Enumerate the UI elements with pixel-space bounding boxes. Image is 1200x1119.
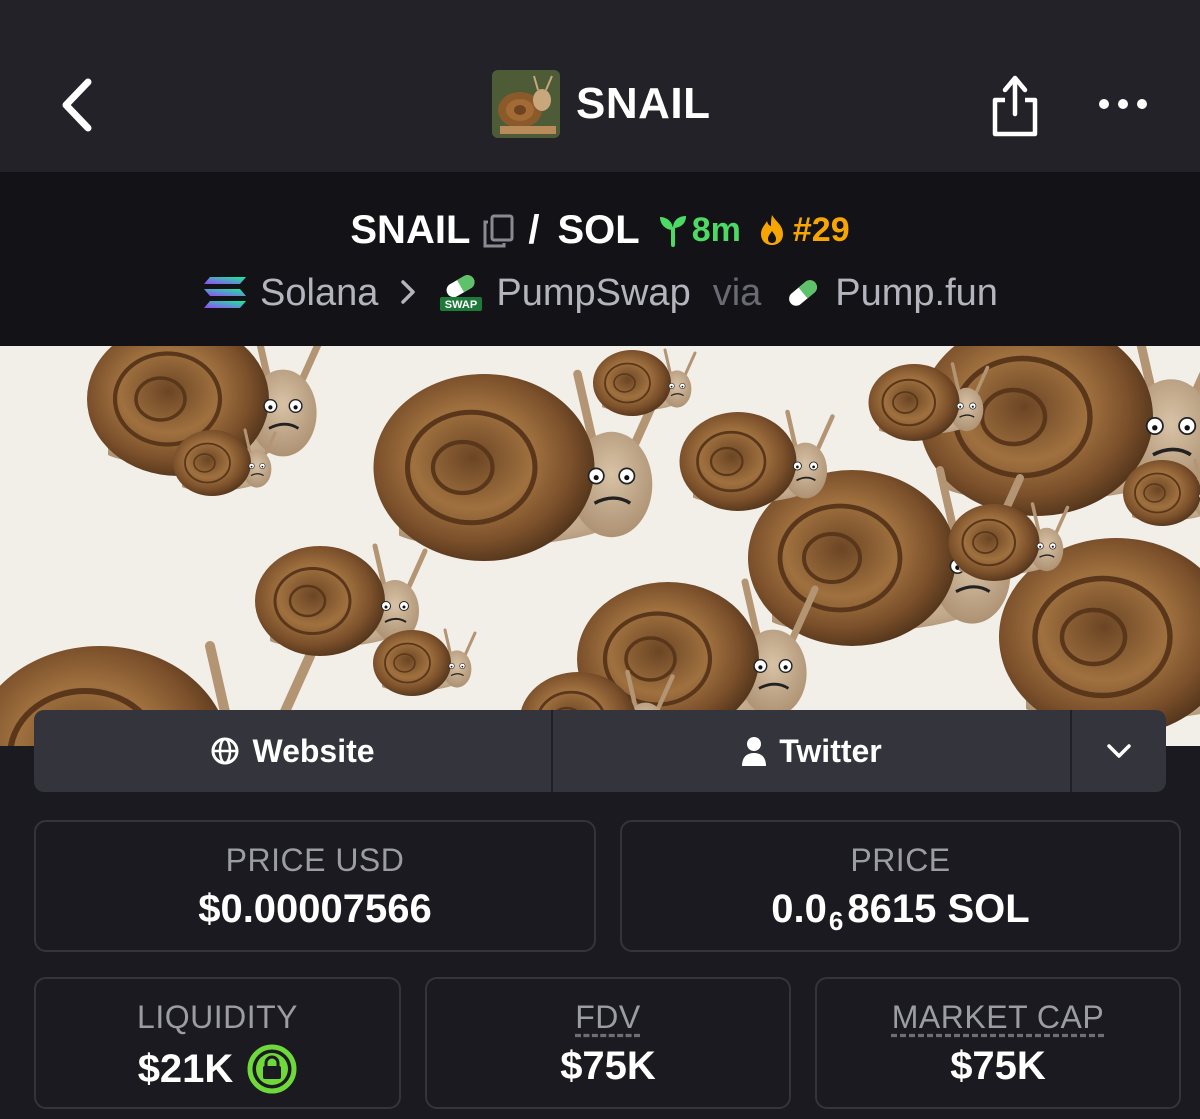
token-banner-image [0, 346, 1200, 746]
price-usd-label: PRICE USD [225, 842, 405, 878]
fire-icon [760, 215, 783, 245]
chevron-right-icon [400, 272, 416, 315]
pumpswap-icon: SWAP [438, 273, 484, 313]
snail-illustration [679, 409, 835, 511]
back-button[interactable] [52, 72, 102, 138]
pair-info-bar: SNAIL / SOL 8m #29 Solana SWAP PumpSwap … [0, 172, 1200, 346]
trending-rank: #29 [757, 211, 850, 250]
token-avatar [492, 70, 560, 138]
chevron-down-icon [1107, 744, 1131, 758]
liquidity-label: LIQUIDITY [137, 999, 298, 1035]
sprout-icon [659, 216, 686, 247]
swap-badge-text: SWAP [445, 299, 477, 311]
more-links-toggle[interactable] [1072, 710, 1166, 792]
user-icon [742, 737, 767, 766]
pair-age-value: 8m [691, 210, 741, 249]
launchpad-link[interactable]: Pump.fun [835, 272, 998, 315]
trending-rank-value: #29 [792, 210, 850, 249]
price-native-card: PRICE 0.0 6 8615 SOL [620, 820, 1181, 952]
more-options-button[interactable] [1096, 92, 1152, 116]
website-label: Website [252, 732, 375, 769]
price-usd-card: PRICE USD $0.00007566 [34, 820, 596, 952]
solana-icon [202, 275, 248, 311]
price-prefix: 0.0 [771, 887, 827, 931]
chain-link[interactable]: Solana [260, 272, 378, 315]
more-horizontal-icon [1099, 99, 1147, 109]
pair-row: SNAIL / SOL 8m #29 [0, 202, 1200, 258]
route-breadcrumb: Solana SWAP PumpSwap via Pump.fun [0, 268, 1200, 318]
market-cap-card: MARKET CAP $75K [815, 977, 1181, 1109]
social-links-bar: Website Twitter [34, 710, 1166, 792]
market-cap-value: $75K [950, 1044, 1046, 1088]
price-native-label: PRICE [850, 842, 951, 878]
liquidity-card: LIQUIDITY $21K [34, 977, 401, 1109]
dex-link[interactable]: PumpSwap [496, 272, 690, 315]
liquidity-value-row: $21K [36, 1044, 399, 1094]
pair-separator: / [528, 207, 540, 252]
base-token-symbol: SNAIL [350, 207, 471, 252]
price-suffix: 8615 SOL [847, 887, 1030, 931]
quote-token-symbol: SOL [557, 207, 640, 252]
pumpfun-icon [783, 275, 823, 311]
price-usd-value: $0.00007566 [198, 887, 432, 931]
market-cap-label[interactable]: MARKET CAP [817, 999, 1179, 1036]
via-label: via [712, 271, 762, 314]
page-title: SNAIL [576, 79, 711, 128]
price-zero-count: 6 [828, 906, 844, 936]
copy-address-button[interactable] [482, 213, 514, 248]
lock-icon[interactable] [247, 1044, 297, 1094]
token-title: SNAIL [492, 70, 711, 138]
price-native-value: 0.0 6 8615 SOL [622, 887, 1179, 936]
snail-illustration [373, 628, 477, 696]
copy-icon [483, 214, 514, 248]
chevron-left-icon [62, 78, 92, 132]
top-nav-bar: SNAIL [0, 0, 1200, 172]
fdv-label[interactable]: FDV [427, 999, 789, 1036]
fdv-card: FDV $75K [425, 977, 791, 1109]
snail-illustration [948, 502, 1070, 581]
twitter-label: Twitter [779, 732, 882, 769]
globe-icon [211, 737, 239, 765]
snail-illustration [593, 348, 697, 416]
liquidity-value: $21K [137, 1046, 234, 1091]
pair-age: 8m [658, 211, 741, 250]
fdv-value: $75K [560, 1044, 656, 1088]
website-button[interactable]: Website [34, 710, 551, 792]
twitter-button[interactable]: Twitter [553, 710, 1070, 792]
share-button[interactable] [985, 70, 1045, 140]
snail-illustration [1123, 458, 1200, 526]
share-icon [992, 75, 1038, 137]
